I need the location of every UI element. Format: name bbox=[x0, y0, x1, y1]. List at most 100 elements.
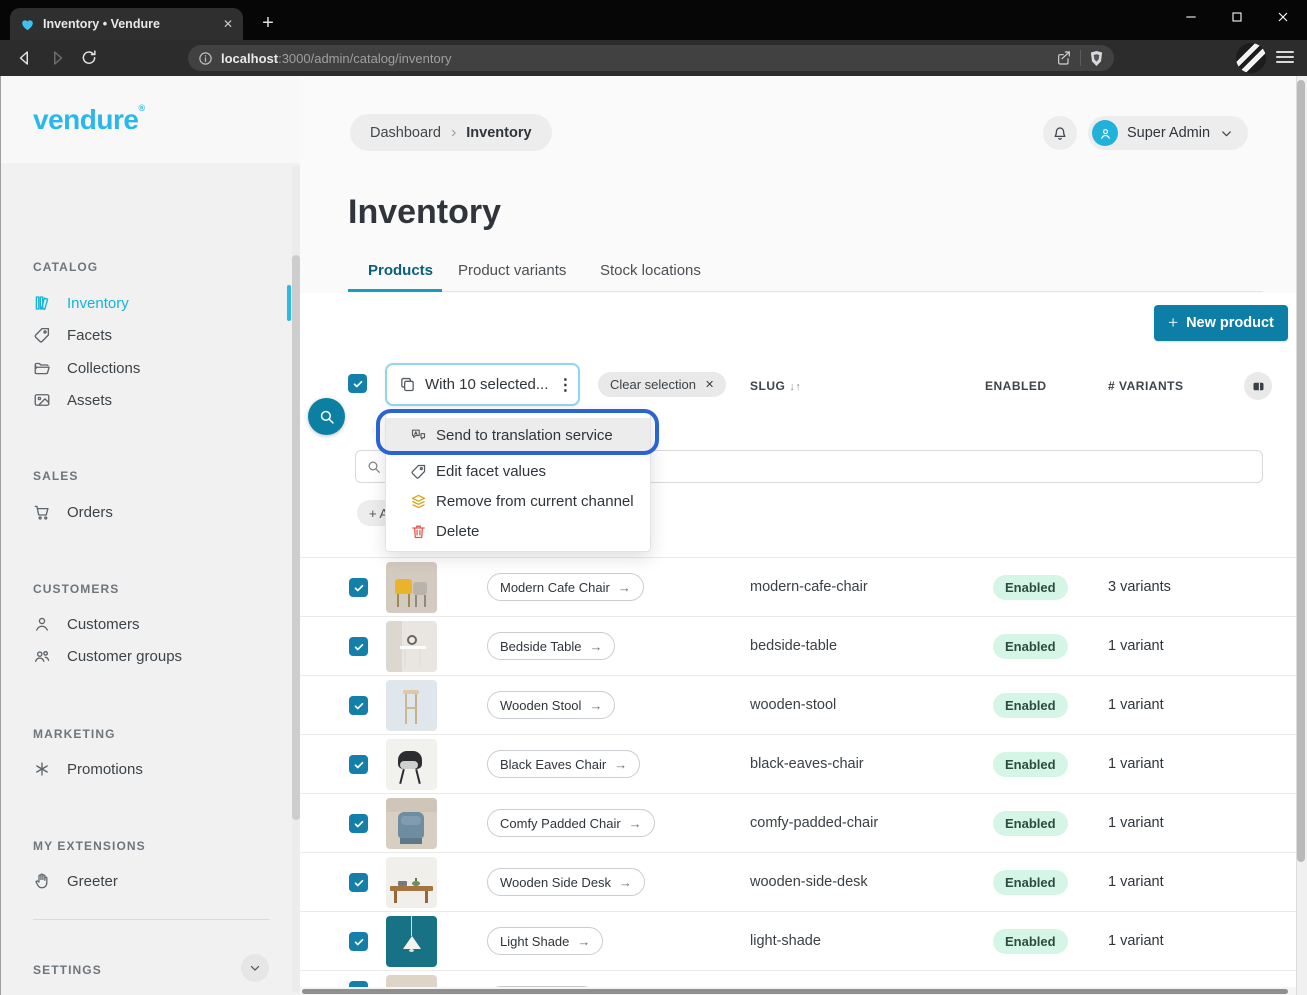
sidebar-item-customers[interactable]: Customers bbox=[33, 608, 259, 640]
notifications-button[interactable] bbox=[1043, 116, 1077, 150]
column-settings-button[interactable] bbox=[1244, 372, 1272, 400]
active-nav-indicator bbox=[287, 285, 291, 321]
sidebar-section-marketing: MARKETING bbox=[33, 727, 116, 741]
table-row: Comfy Padded Chair→ comfy-padded-chair E… bbox=[300, 793, 1296, 852]
divider bbox=[33, 919, 269, 920]
select-all-checkbox[interactable] bbox=[348, 374, 367, 393]
menu-item-delete[interactable]: Delete bbox=[386, 516, 650, 546]
new-tab-button[interactable]: + bbox=[256, 12, 280, 36]
quick-search-button[interactable] bbox=[308, 398, 345, 435]
sidebar-scrollbar-thumb[interactable] bbox=[292, 255, 300, 820]
product-slug: black-eaves-chair bbox=[750, 756, 864, 772]
sidebar-item-greeter[interactable]: Greeter bbox=[33, 865, 259, 897]
sidebar-item-inventory[interactable]: Inventory bbox=[33, 287, 259, 319]
arrow-right-icon: → bbox=[589, 698, 602, 713]
variant-count: 1 variant bbox=[1108, 933, 1164, 949]
site-info-icon[interactable] bbox=[198, 51, 213, 66]
row-checkbox[interactable] bbox=[349, 873, 368, 892]
bell-icon bbox=[1051, 124, 1069, 142]
sidebar-item-assets[interactable]: Assets bbox=[33, 384, 259, 416]
person-icon bbox=[33, 615, 51, 633]
user-menu[interactable]: Super Admin bbox=[1088, 116, 1248, 150]
menu-item-send-to-translation[interactable]: Send to translation service bbox=[386, 418, 650, 452]
menu-item-remove-from-channel[interactable]: Remove from current channel bbox=[386, 486, 650, 516]
product-link[interactable]: Light Shade→ bbox=[487, 927, 603, 955]
url-bar[interactable]: localhost:3000/admin/catalog/inventory bbox=[188, 45, 1114, 71]
breadcrumb-inventory[interactable]: Inventory bbox=[466, 125, 531, 141]
browser-menu-icon[interactable] bbox=[1276, 48, 1294, 66]
row-checkbox[interactable] bbox=[349, 578, 368, 597]
layers-icon bbox=[410, 493, 427, 510]
product-thumbnail bbox=[386, 739, 437, 790]
tab-close-icon[interactable]: ✕ bbox=[223, 17, 233, 31]
product-link[interactable]: Bedside Table→ bbox=[487, 632, 615, 660]
product-slug: wooden-stool bbox=[750, 697, 836, 713]
product-link[interactable]: Wooden Stool→ bbox=[487, 691, 615, 719]
table-row: Black Eaves Chair→ black-eaves-chair Ena… bbox=[300, 734, 1296, 793]
row-checkbox[interactable] bbox=[349, 696, 368, 715]
sidebar-item-facets[interactable]: Facets bbox=[33, 319, 259, 351]
user-name: Super Admin bbox=[1127, 125, 1210, 141]
row-checkbox[interactable] bbox=[349, 932, 368, 951]
user-avatar-icon bbox=[1092, 120, 1118, 146]
table-row: Bedside Table→ bedside-table Enabled 1 v… bbox=[300, 616, 1296, 675]
product-link[interactable]: Black Eaves Chair→ bbox=[487, 750, 640, 778]
sidebar-scrollbar[interactable] bbox=[292, 165, 300, 993]
row-checkbox[interactable] bbox=[349, 814, 368, 833]
sidebar-item-promotions[interactable]: Promotions bbox=[33, 753, 259, 785]
brave-shield-icon[interactable] bbox=[1089, 50, 1104, 67]
sidebar-item-customer-groups[interactable]: Customer groups bbox=[33, 640, 259, 672]
arrow-right-icon: → bbox=[614, 757, 627, 772]
row-checkbox[interactable] bbox=[349, 637, 368, 656]
forward-button[interactable] bbox=[46, 47, 68, 69]
horizontal-scrollbar-thumb[interactable] bbox=[302, 989, 1288, 994]
column-header-slug[interactable]: SLUG↓↑ bbox=[750, 379, 801, 393]
search-icon bbox=[318, 408, 336, 426]
reload-button[interactable] bbox=[78, 47, 100, 69]
product-thumbnail bbox=[386, 798, 437, 849]
with-selected-button[interactable]: With 10 selected... ⋮ bbox=[385, 363, 580, 406]
share-icon[interactable] bbox=[1056, 50, 1072, 66]
breadcrumb[interactable]: Dashboard › Inventory bbox=[350, 114, 552, 151]
product-link[interactable]: Modern Cafe Chair→ bbox=[487, 573, 644, 601]
tab-product-variants[interactable]: Product variants bbox=[458, 262, 566, 279]
vendure-heart-icon bbox=[20, 17, 35, 32]
window-close-button[interactable] bbox=[1269, 3, 1297, 31]
vendure-logo[interactable]: vendure® bbox=[33, 103, 145, 136]
variant-count: 1 variant bbox=[1108, 756, 1164, 772]
clear-selection-button[interactable]: Clear selection ✕ bbox=[598, 372, 726, 397]
vertical-scrollbar-thumb[interactable] bbox=[1297, 80, 1305, 862]
product-link[interactable]: Comfy Padded Chair→ bbox=[487, 809, 655, 837]
plus-icon: + bbox=[1168, 313, 1178, 333]
window-maximize-button[interactable] bbox=[1223, 3, 1251, 31]
window-minimize-button[interactable] bbox=[1177, 3, 1205, 31]
divider bbox=[1080, 50, 1081, 66]
tab-products[interactable]: Products bbox=[368, 262, 433, 279]
table-row: Wooden Side Desk→ wooden-side-desk Enabl… bbox=[300, 852, 1296, 911]
sidebar-section-sales: SALES bbox=[33, 469, 79, 483]
variant-count: 1 variant bbox=[1108, 815, 1164, 831]
variant-count: 3 variants bbox=[1108, 579, 1171, 595]
product-slug: comfy-padded-chair bbox=[750, 815, 878, 831]
tab-title: Inventory • Vendure bbox=[43, 17, 215, 31]
browser-tab[interactable]: Inventory • Vendure ✕ bbox=[10, 8, 243, 40]
breadcrumb-dashboard[interactable]: Dashboard bbox=[370, 125, 441, 141]
back-button[interactable] bbox=[14, 47, 36, 69]
new-product-button[interactable]: + New product bbox=[1154, 305, 1288, 341]
sidebar-item-orders[interactable]: Orders bbox=[33, 496, 259, 528]
hand-icon bbox=[33, 872, 51, 890]
close-icon: ✕ bbox=[705, 378, 714, 391]
sidebar-item-collections[interactable]: Collections bbox=[33, 352, 259, 384]
arrow-right-icon: → bbox=[618, 580, 631, 595]
settings-expand-button[interactable] bbox=[241, 954, 269, 982]
arrow-right-icon: → bbox=[619, 875, 632, 890]
menu-item-edit-facet-values[interactable]: Edit facet values bbox=[386, 456, 650, 486]
tab-stock-locations[interactable]: Stock locations bbox=[600, 262, 701, 279]
row-checkbox[interactable] bbox=[349, 755, 368, 774]
sidebar-section-settings[interactable]: SETTINGS bbox=[33, 963, 102, 977]
tag-icon bbox=[410, 463, 427, 480]
product-link[interactable]: Wooden Side Desk→ bbox=[487, 868, 645, 896]
browser-profile-avatar[interactable] bbox=[1236, 43, 1266, 73]
product-thumbnail bbox=[386, 562, 437, 613]
main-content: Dashboard › Inventory Super Admin Invent… bbox=[300, 76, 1296, 995]
